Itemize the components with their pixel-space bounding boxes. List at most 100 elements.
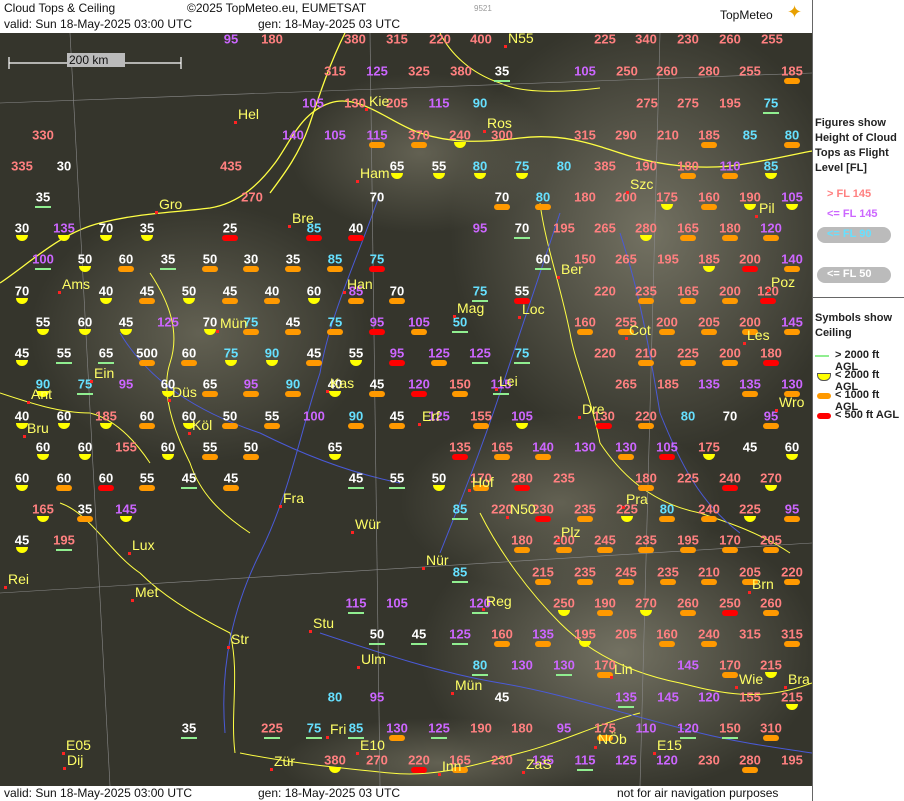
legend-ceiling-title: Symbols show Ceiling	[815, 312, 893, 339]
cloud-top-label: 95	[118, 376, 134, 392]
cloud-top-label: 75	[514, 158, 530, 174]
ceiling-line-symbol	[411, 643, 427, 645]
ceiling-orange-symbol	[701, 579, 717, 585]
legend-tops-label: <= FL 90	[827, 228, 872, 240]
city-marker	[326, 736, 329, 739]
cloud-top-label: 145	[781, 314, 803, 330]
ceiling-orange-symbol	[389, 735, 405, 741]
ceiling-orange-symbol	[139, 423, 155, 429]
city-marker	[131, 599, 134, 602]
cloud-top-label: 275	[636, 95, 658, 111]
cloud-top-label: 130	[574, 439, 596, 455]
city-label: Ein	[94, 365, 115, 381]
cloud-top-label: 55	[389, 470, 405, 486]
cloud-top-label: 50	[243, 439, 259, 455]
cloud-top-label: 60	[306, 283, 322, 299]
cloud-top-label: 260	[677, 595, 699, 611]
legend-tops-label: > FL 145	[827, 188, 872, 200]
cloud-top-label: 60	[77, 439, 93, 455]
cloud-top-label: 185	[657, 376, 679, 392]
map-footer: valid: Sun 18-May-2025 03:00 UTC gen: 18…	[0, 786, 812, 801]
ceiling-orange-symbol	[56, 485, 72, 491]
ceiling-line-symbol	[264, 737, 280, 739]
legend-half-symbol	[817, 373, 831, 381]
legend-ceiling-item: < 2000 ft AGL	[813, 368, 904, 393]
ceiling-orange-symbol	[577, 579, 593, 585]
legend-ceiling-item: < 500 ft AGL	[813, 408, 904, 424]
cloud-top-label: 155	[115, 439, 137, 455]
ceiling-orange-symbol	[763, 610, 779, 616]
cloud-top-label: 90	[348, 408, 364, 424]
ceiling-line-symbol	[348, 612, 364, 614]
cloud-top-label: 85	[348, 720, 364, 736]
ceiling-line-symbol	[56, 362, 72, 364]
footer-valid-time: valid: Sun 18-May-2025 03:00 UTC	[4, 786, 193, 800]
ceiling-line-symbol	[722, 737, 738, 739]
ceiling-line-symbol	[160, 268, 176, 270]
cloud-top-label: 60	[98, 470, 114, 486]
city-marker	[557, 539, 560, 542]
ceiling-orange-symbol	[597, 610, 613, 616]
cloud-top-label: 225	[739, 501, 761, 517]
cloud-top-label: 35	[35, 189, 51, 205]
city-label: Rei	[8, 571, 30, 587]
ceiling-orange-symbol	[348, 298, 364, 304]
city-label: Stu	[313, 615, 335, 631]
city-label: Erf	[422, 408, 440, 424]
city-label: Köl	[192, 417, 213, 433]
cloud-map[interactable]: 200 km 95 180 380 315 220 400 225 340 230 260 255 3…	[0, 33, 812, 786]
cloud-top-label: 135	[53, 220, 75, 236]
cloud-top-label: 340	[635, 33, 657, 47]
city-label: Loc	[522, 301, 545, 317]
cloud-top-label: 50	[181, 283, 197, 299]
city-marker	[468, 489, 471, 492]
cloud-top-label: 140	[781, 251, 803, 267]
cloud-top-label: 335	[11, 158, 33, 174]
cloud-top-label: 65	[98, 345, 114, 361]
city-marker	[522, 771, 525, 774]
city-marker	[168, 399, 171, 402]
ceiling-line-symbol	[514, 362, 530, 364]
cloud-top-label: 45	[742, 439, 758, 455]
city-marker	[4, 586, 7, 589]
city-label: E10	[360, 737, 385, 753]
cloud-top-label: 180	[574, 189, 596, 205]
cloud-top-label: 105	[302, 95, 324, 111]
city-label: Han	[347, 276, 373, 292]
city-marker	[482, 608, 485, 611]
cloud-top-label: 30	[56, 158, 72, 174]
ceiling-red-symbol	[722, 485, 738, 491]
city-marker	[653, 752, 656, 755]
ceiling-line-symbol	[181, 737, 197, 739]
cloud-top-label: 165	[32, 501, 54, 517]
cloud-top-label: 190	[635, 158, 657, 174]
cloud-top-label: 150	[719, 720, 741, 736]
cloud-top-label: 160	[491, 626, 513, 642]
cloud-top-label: 30	[243, 251, 259, 267]
cloud-top-label: 60	[77, 314, 93, 330]
cloud-top-label: 225	[261, 720, 283, 736]
legend-ceiling-item: > 2000 ft AGL	[813, 348, 904, 373]
cloud-top-label: 60	[35, 439, 51, 455]
ceiling-orange-symbol	[722, 298, 738, 304]
cloud-top-label: 195	[677, 532, 699, 548]
cloud-top-label: 380	[344, 33, 366, 47]
cloud-top-label: 115	[428, 95, 450, 111]
cloud-top-label: 235	[635, 283, 657, 299]
cloud-top-label: 40	[98, 283, 114, 299]
ceiling-orange-symbol	[556, 547, 572, 553]
city-label: Cot	[629, 322, 651, 338]
cloud-top-label: 220	[635, 408, 657, 424]
cloud-top-label: 165	[677, 220, 699, 236]
city-marker	[622, 506, 625, 509]
cloud-top-label: 80	[556, 158, 572, 174]
ceiling-orange-symbol	[701, 204, 717, 210]
ceiling-orange-symbol	[680, 235, 696, 241]
cloud-top-label: 115	[574, 752, 596, 768]
city-marker	[610, 676, 613, 679]
ceiling-red-symbol	[535, 516, 551, 522]
ceiling-orange-symbol	[473, 423, 489, 429]
cloud-top-label: 55	[202, 439, 218, 455]
cloud-top-label: 205	[698, 314, 720, 330]
ceiling-line-symbol	[472, 612, 488, 614]
